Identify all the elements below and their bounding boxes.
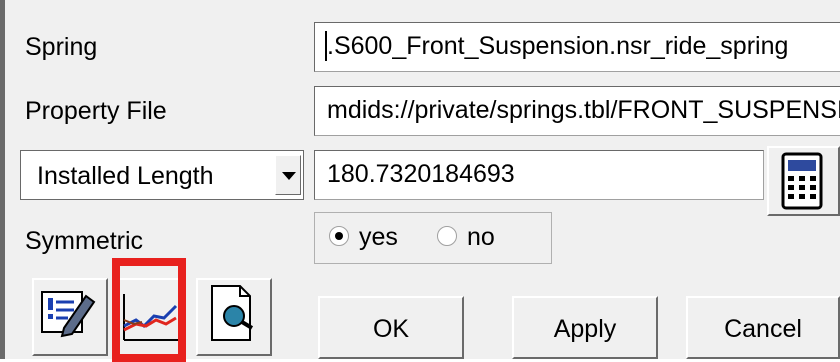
property-file-label: Property File [25, 97, 167, 125]
symmetric-no-radio[interactable] [437, 226, 457, 246]
symmetric-yes-label: yes [359, 223, 398, 251]
plot-curve-button[interactable] [112, 278, 186, 356]
preload-type-select[interactable]: Installed Length [20, 150, 304, 200]
spring-dialog: Spring .S600_Front_Suspension.nsr_ride_s… [0, 0, 840, 362]
chevron-down-icon [282, 172, 296, 180]
spring-value: .S600_Front_Suspension.nsr_ride_spring [327, 32, 789, 60]
cancel-button[interactable]: Cancel [686, 296, 840, 359]
calculator-icon [781, 152, 823, 210]
calculator-button[interactable] [767, 146, 840, 216]
apply-button[interactable]: Apply [512, 296, 658, 359]
view-file-icon [211, 285, 254, 341]
view-file-button[interactable] [196, 278, 272, 356]
ok-button[interactable]: OK [318, 296, 464, 359]
symmetric-yes-radio[interactable] [329, 226, 349, 246]
preload-type-value: Installed Length [37, 162, 214, 190]
symmetric-radio-group: yes no [314, 212, 552, 264]
edit-pencil-icon [41, 291, 96, 338]
symmetric-label: Symmetric [25, 227, 144, 255]
text-caret [325, 31, 327, 61]
dropdown-button[interactable] [275, 155, 301, 195]
curve-plot-icon [123, 294, 178, 341]
installed-length-value: 180.7320184693 [327, 160, 515, 188]
dialog-border [0, 0, 5, 359]
property-file-field[interactable]: mdids://private/springs.tbl/FRONT_SUSPEN… [314, 86, 840, 136]
property-file-value: mdids://private/springs.tbl/FRONT_SUSPEN… [327, 96, 840, 124]
symmetric-no-label: no [467, 223, 495, 251]
spring-label: Spring [25, 33, 98, 61]
radio-selected-dot [335, 232, 343, 240]
spring-field[interactable]: .S600_Front_Suspension.nsr_ride_spring [314, 22, 840, 72]
installed-length-field[interactable]: 180.7320184693 [314, 150, 764, 200]
edit-property-button[interactable] [32, 278, 108, 356]
